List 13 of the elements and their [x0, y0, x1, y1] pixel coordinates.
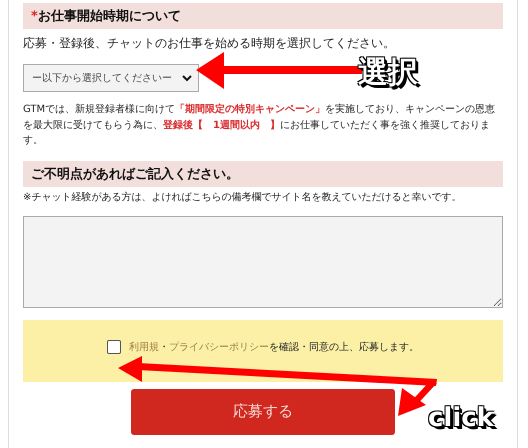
section-heading: *お仕事開始時期について [23, 3, 503, 29]
remarks-field[interactable] [23, 216, 503, 308]
terms-link[interactable]: 利用規 [129, 342, 159, 352]
privacy-link[interactable]: プライバシーポリシー [169, 342, 269, 352]
consent-text: 利用規・プライバシーポリシーを確認・同意の上、応募します。 [129, 340, 419, 354]
submit-button[interactable]: 応募する [131, 388, 395, 434]
description-text: 応募・登録後、チャットのお仕事を始める時期を選択してください。 [23, 35, 396, 52]
checkbox[interactable] [107, 340, 121, 354]
chevron-icon [182, 74, 192, 82]
section-heading: ご不明点があればご記入ください。 [23, 160, 503, 186]
remarks-note: ※チャット経験がある方は、よければこちらの備考欄でサイト名を教えていただけると幸いです。 [23, 190, 462, 204]
select-field[interactable]: ー以下から選択してくださいー [23, 64, 199, 92]
campaign-note: GTMでは、新規登録者様に向けて「期間限定の特別キャンペーン」を実施しており、キャンペーンの恩恵を最大限に受けてもらう為に、登録後【 1週間以内 】にお仕事していただく事を強く推奨しております。 [23, 102, 496, 148]
